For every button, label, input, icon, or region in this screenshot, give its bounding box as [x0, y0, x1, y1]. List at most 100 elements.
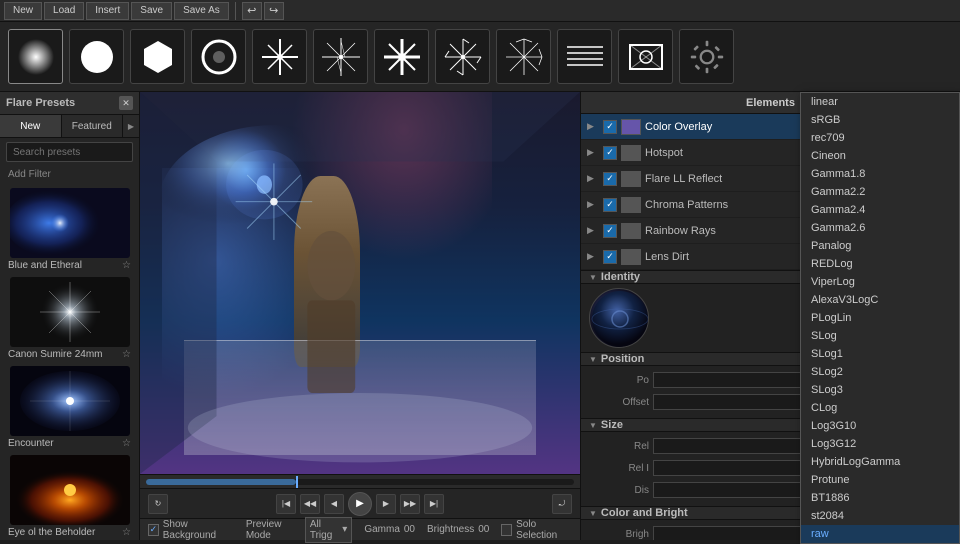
play-button[interactable]: ▶	[348, 492, 372, 516]
save-button[interactable]: Save	[131, 2, 172, 20]
preset-encounter[interactable]: Encounter ☆	[0, 363, 139, 452]
tab-featured[interactable]: Featured	[62, 115, 124, 137]
load-button[interactable]: Load	[44, 2, 84, 20]
search-input[interactable]	[13, 147, 126, 158]
show-background-checkbox[interactable]	[148, 524, 159, 536]
new-button[interactable]: New	[4, 2, 42, 20]
cs-item-protune[interactable]: Protune	[801, 471, 959, 489]
element-color-lens-dirt[interactable]	[621, 249, 641, 265]
brush-ring[interactable]	[191, 29, 246, 84]
panel-close-button[interactable]: ✕	[119, 96, 133, 110]
cs-item-slog[interactable]: SLog	[801, 327, 959, 345]
cs-item-clog[interactable]: CLog	[801, 399, 959, 417]
redo-button[interactable]: ↪	[264, 2, 284, 20]
gamma-item: Gamma 00	[364, 524, 415, 535]
transport-loop-button[interactable]: ↻	[148, 494, 168, 514]
cs-item-cineon[interactable]: Cineon	[801, 147, 959, 165]
brush-fine-starburst[interactable]	[313, 29, 368, 84]
prev-start-button[interactable]: |◀	[276, 494, 296, 514]
forward-button[interactable]: ▶	[376, 494, 396, 514]
preview-mode-dropdown[interactable]: All Trigg ▾	[305, 517, 352, 543]
brush-horizontal-lines[interactable]	[557, 29, 612, 84]
element-expand-lens-dirt[interactable]: ▶	[587, 251, 599, 262]
add-filter-button[interactable]: Add Filter	[0, 166, 139, 183]
brush-photo[interactable]	[618, 29, 673, 84]
element-check-flare-ll[interactable]: ✓	[603, 172, 617, 186]
panel-tabs: New Featured ▶	[0, 115, 139, 138]
size-arrow: ▼	[589, 421, 597, 430]
element-check-rainbow[interactable]: ✓	[603, 224, 617, 238]
element-color-hotspot[interactable]	[621, 145, 641, 161]
cs-item-log3g10[interactable]: Log3G10	[801, 417, 959, 435]
cs-item-viperlog[interactable]: ViperLog	[801, 273, 959, 291]
preset-thumb-encounter	[10, 366, 130, 436]
element-check-lens-dirt[interactable]: ✓	[603, 250, 617, 264]
element-expand-color-overlay[interactable]: ▶	[587, 121, 599, 132]
rewind-button[interactable]: ◀	[324, 494, 344, 514]
status-bar: Show Background Preview Mode All Trigg ▾…	[140, 518, 580, 540]
identity-arrow: ▼	[589, 273, 597, 282]
next-frame-button[interactable]: ▶▶	[400, 494, 420, 514]
cs-item-slog2[interactable]: SLog2	[801, 363, 959, 381]
element-color-color-overlay[interactable]	[621, 119, 641, 135]
preset-eye-beholder[interactable]: Eye ol the Beholder ☆	[0, 452, 139, 540]
viewport-canvas[interactable]	[140, 92, 580, 474]
cs-item-panalog[interactable]: Panalog	[801, 237, 959, 255]
cs-item-sRGB[interactable]: sRGB	[801, 111, 959, 129]
next-end-button[interactable]: ▶|	[424, 494, 444, 514]
element-color-rainbow[interactable]	[621, 223, 641, 239]
cs-item-slog3[interactable]: SLog3	[801, 381, 959, 399]
preset-star-encounter[interactable]: ☆	[122, 438, 131, 449]
element-check-chroma[interactable]: ✓	[603, 198, 617, 212]
cs-item-slog1[interactable]: SLog1	[801, 345, 959, 363]
brush-radial-lines[interactable]	[496, 29, 551, 84]
element-check-color-overlay[interactable]: ✓	[603, 120, 617, 134]
brush-starburst-4[interactable]	[252, 29, 307, 84]
playbar[interactable]	[140, 474, 580, 488]
undo-button[interactable]: ↩	[242, 2, 262, 20]
cs-item-log3g12[interactable]: Log3G12	[801, 435, 959, 453]
preset-blue-etheral[interactable]: Blue and Etheral ☆	[0, 185, 139, 274]
cs-item-raw[interactable]: raw	[801, 525, 959, 543]
brush-bold-starburst[interactable]	[374, 29, 429, 84]
solo-selection-checkbox[interactable]	[501, 524, 512, 536]
cs-item-linear[interactable]: linear	[801, 93, 959, 111]
cs-item-alexa[interactable]: AlexaV3LogC	[801, 291, 959, 309]
brush-hexagon[interactable]	[130, 29, 185, 84]
element-expand-rainbow[interactable]: ▶	[587, 225, 599, 236]
cs-item-gamma18[interactable]: Gamma1.8	[801, 165, 959, 183]
brush-soft-circle[interactable]	[8, 29, 63, 84]
playbar-track[interactable]	[146, 479, 574, 485]
element-expand-chroma[interactable]: ▶	[587, 199, 599, 210]
loop-end-button[interactable]: ⤾	[552, 494, 572, 514]
cs-item-redlog[interactable]: REDLog	[801, 255, 959, 273]
tab-new[interactable]: New	[0, 115, 62, 137]
cs-item-gamma24[interactable]: Gamma2.4	[801, 201, 959, 219]
preset-star-canon[interactable]: ☆	[122, 349, 131, 360]
preset-star-eye[interactable]: ☆	[122, 527, 131, 538]
tab-arrow[interactable]: ▶	[123, 115, 139, 137]
cs-item-gamma26[interactable]: Gamma2.6	[801, 219, 959, 237]
element-check-hotspot[interactable]: ✓	[603, 146, 617, 160]
bright-label: Brigh	[589, 529, 649, 540]
cs-item-gamma22[interactable]: Gamma2.2	[801, 183, 959, 201]
preset-star-blue[interactable]: ☆	[122, 260, 131, 271]
element-expand-hotspot[interactable]: ▶	[587, 147, 599, 158]
preset-canon-sumire[interactable]: Canon Sumire 24mm ☆	[0, 274, 139, 363]
element-color-chroma[interactable]	[621, 197, 641, 213]
brush-rays-8[interactable]	[435, 29, 490, 84]
save-as-button[interactable]: Save As	[174, 2, 229, 20]
element-expand-flare-ll[interactable]: ▶	[587, 173, 599, 184]
prev-frame-button[interactable]: ◀◀	[300, 494, 320, 514]
cs-item-ploglin[interactable]: PLogLin	[801, 309, 959, 327]
element-color-flare-ll[interactable]	[621, 171, 641, 187]
cs-item-rec709[interactable]: rec709	[801, 129, 959, 147]
brightness-item: Brightness 00	[427, 524, 489, 535]
cs-item-hybrid[interactable]: HybridLogGamma	[801, 453, 959, 471]
show-background-label: Show Background	[163, 519, 234, 541]
brush-hard-circle[interactable]	[69, 29, 124, 84]
cs-item-bt1886[interactable]: BT1886	[801, 489, 959, 507]
insert-button[interactable]: Insert	[86, 2, 129, 20]
gear-button[interactable]	[679, 29, 734, 84]
cs-item-st2084[interactable]: st2084	[801, 507, 959, 525]
